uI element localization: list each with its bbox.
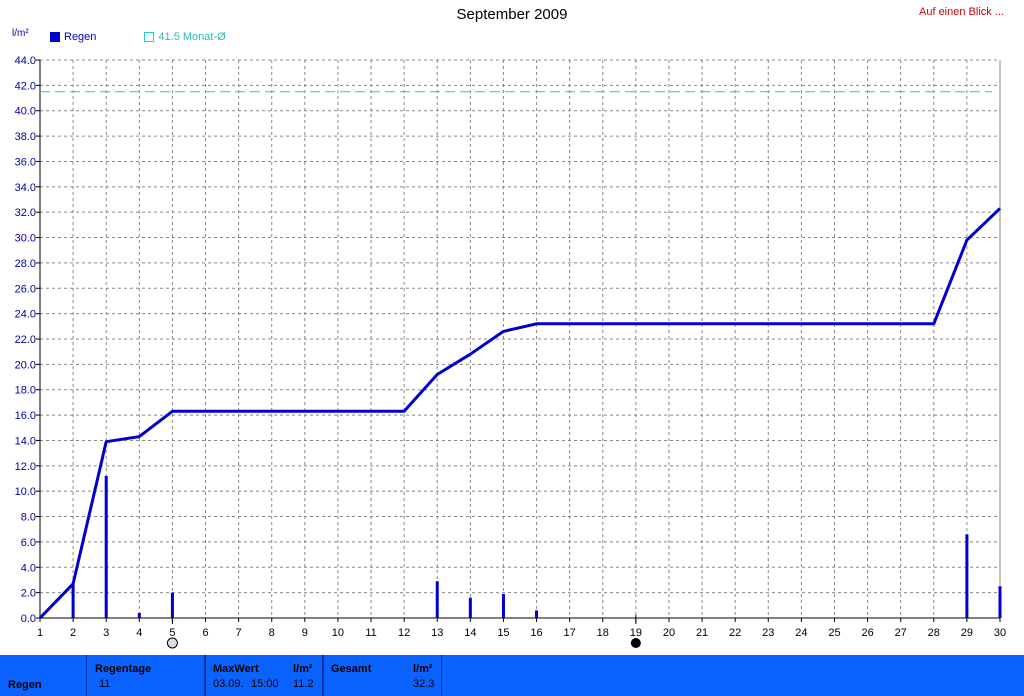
x-tick-label: 17	[564, 627, 576, 639]
y-tick-label: 34.0	[15, 182, 36, 194]
daily-rain-bar	[104, 475, 108, 618]
cumulative-rain-line	[38, 207, 1002, 620]
x-tick-label: 27	[895, 627, 907, 639]
x-tick-label: 7	[236, 627, 242, 639]
maxwert-value: 11.2	[293, 678, 314, 690]
x-tick-label: 15	[497, 627, 509, 639]
gesamt-header: Gesamt	[331, 663, 372, 675]
x-tick-label: 5	[169, 627, 175, 639]
x-tick-label: 3	[103, 627, 109, 639]
x-tick-label: 21	[696, 627, 708, 639]
rain-chart: 0.0 2.0 4.0 6.0 8.0 10.0 12.0 14.0 16.0 18.0 20.0 2…	[15, 55, 1006, 649]
x-tick-label: 8	[269, 627, 275, 639]
y-tick-label: 40.0	[15, 106, 36, 118]
daily-rain-bar	[137, 612, 141, 618]
x-tick-label: 26	[861, 627, 873, 639]
y-tick-label: 6.0	[21, 537, 36, 549]
gesamt-unit: l/m²	[413, 663, 433, 675]
maxwert-date: 03.09.	[213, 678, 244, 690]
x-tick-label: 4	[136, 627, 142, 639]
y-tick-label: 8.0	[21, 512, 36, 524]
daily-rain-bar	[435, 581, 439, 618]
regentage-value: 11	[99, 678, 111, 690]
y-tick-label: 20.0	[15, 359, 36, 371]
x-tick-label: 11	[365, 627, 376, 639]
x-tick-label: 10	[332, 627, 344, 639]
y-tick-label: 0.0	[21, 613, 36, 625]
x-tick-label: 30	[994, 627, 1006, 639]
x-tick-label: 20	[663, 627, 675, 639]
y-tick-label: 14.0	[15, 435, 36, 447]
y-tick-label: 30.0	[15, 233, 36, 245]
maxwert-unit: l/m²	[293, 663, 313, 675]
y-tick-label: 28.0	[15, 258, 36, 270]
gesamt-value: 32.3	[413, 678, 435, 690]
daily-rain-bar	[71, 583, 75, 618]
y-tick-label: 32.0	[15, 207, 36, 219]
y-tick-label: 4.0	[21, 562, 36, 574]
daily-rain-bar	[998, 586, 1002, 618]
y-tick-label: 2.0	[21, 588, 36, 600]
regentage-cell: Regentage 11	[86, 655, 206, 696]
summary-footer: Regen Regentage 11 MaxWert l/m² 03.09. 1…	[0, 655, 1024, 696]
y-tick-label: 44.0	[15, 55, 36, 67]
x-tick-label: 9	[302, 627, 308, 639]
gesamt-cell: Gesamt l/m² 32.3	[322, 655, 442, 696]
new-moon-icon	[630, 638, 641, 648]
y-tick-label: 38.0	[15, 131, 36, 143]
daily-rain-bar	[535, 610, 539, 618]
full-moon-icon	[166, 637, 178, 649]
x-tick-label: 13	[431, 627, 443, 639]
maxwert-cell: MaxWert l/m² 03.09. 15:00 11.2	[204, 655, 324, 696]
y-tick-label: 42.0	[15, 80, 36, 92]
x-tick-label: 19	[630, 627, 642, 639]
x-tick-label: 29	[961, 627, 973, 639]
daily-rain-bar	[170, 592, 174, 618]
y-tick-label: 22.0	[15, 334, 36, 346]
y-tick-label: 12.0	[15, 461, 36, 473]
daily-rain-bar	[468, 597, 472, 618]
y-tick-label: 26.0	[15, 283, 36, 295]
x-tick-label: 6	[202, 627, 208, 639]
y-tick-label: 16.0	[15, 410, 36, 422]
regentage-header: Regentage	[95, 663, 152, 675]
x-tick-label: 2	[70, 627, 76, 639]
daily-rain-bar	[965, 534, 969, 618]
y-tick-label: 36.0	[15, 156, 36, 168]
x-tick-label: 14	[464, 627, 476, 639]
x-tick-label: 12	[398, 627, 410, 639]
y-tick-label: 24.0	[15, 309, 36, 321]
x-tick-label: 23	[762, 627, 774, 639]
x-tick-label: 18	[597, 627, 609, 639]
y-tick-label: 18.0	[15, 385, 36, 397]
x-tick-label: 25	[828, 627, 840, 639]
x-tick-label: 24	[795, 627, 807, 639]
x-tick-label: 28	[928, 627, 940, 639]
y-tick-label: 10.0	[15, 486, 36, 498]
x-tick-label: 1	[37, 627, 43, 639]
maxwert-time: 15:00	[251, 678, 279, 690]
daily-rain-bar	[501, 593, 505, 618]
x-tick-label: 22	[729, 627, 741, 639]
x-tick-label: 16	[530, 627, 542, 639]
footer-row-label: Regen	[8, 679, 42, 691]
maxwert-header: MaxWert	[213, 663, 259, 675]
